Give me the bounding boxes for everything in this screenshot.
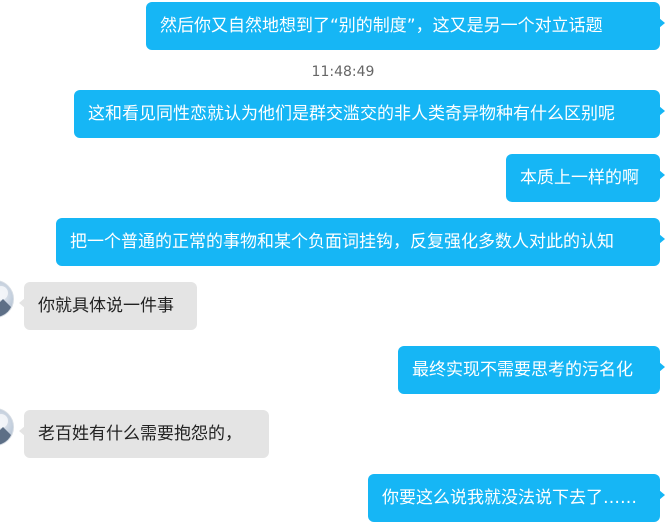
message-bubble-incoming[interactable]: 老百姓有什么需要抱怨的， xyxy=(19,410,269,458)
message-bubble-outgoing[interactable]: 这和看见同性恋就认为他们是群交滥交的非人类奇异物种有什么区别呢 xyxy=(74,90,665,138)
chat-message-list[interactable]: 然后你又自然地想到了“别的制度”，这又是另一个对立话题 11:48:49 这和看… xyxy=(0,0,668,522)
contact-avatar[interactable] xyxy=(0,408,14,446)
message-bubble-outgoing[interactable]: 最终实现不需要思考的污名化 xyxy=(398,346,665,394)
contact-avatar[interactable] xyxy=(0,280,14,318)
message-timestamp: 11:48:49 xyxy=(311,64,375,80)
message-bubble-incoming[interactable]: 你就具体说一件事 xyxy=(19,282,197,330)
message-bubble-outgoing[interactable]: 本质上一样的啊 xyxy=(506,154,665,202)
message-bubble-outgoing[interactable]: 然后你又自然地想到了“别的制度”，这又是另一个对立话题 xyxy=(146,2,665,50)
message-bubble-outgoing[interactable]: 把一个普通的正常的事物和某个负面词挂钩，反复强化多数人对此的认知 xyxy=(56,218,665,266)
message-bubble-outgoing[interactable]: 你要这么说我就没法说下去了…… xyxy=(368,474,665,522)
avatar-image xyxy=(0,414,13,445)
avatar-image xyxy=(0,286,13,317)
